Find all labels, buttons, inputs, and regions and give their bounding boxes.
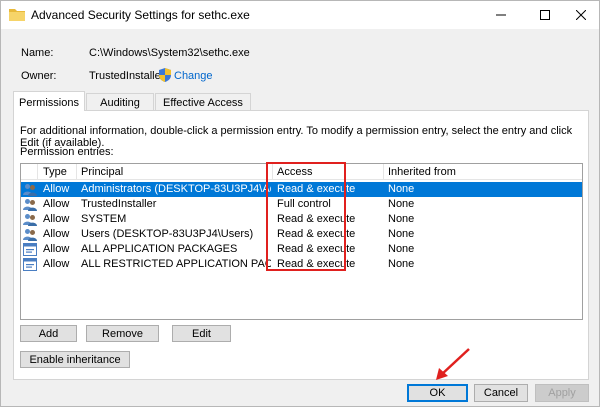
entry-inherited-from: None [388, 198, 415, 210]
user-group-icon [23, 228, 37, 241]
entry-type: Allow [43, 198, 70, 210]
change-owner-link[interactable]: Change [174, 70, 213, 82]
user-group-icon [23, 198, 37, 211]
name-value: C:\Windows\System32\sethc.exe [89, 47, 250, 59]
entry-principal: ALL RESTRICTED APPLICATION PACKAGES [81, 258, 271, 270]
entry-inherited-from: None [388, 243, 415, 255]
tab-effective-access[interactable]: Effective Access [155, 93, 251, 111]
uac-shield-icon [159, 68, 171, 82]
maximize-icon [540, 10, 550, 20]
owner-label: Owner: [21, 70, 57, 82]
entry-type: Allow [43, 213, 70, 225]
app-packages-icon [23, 258, 37, 271]
entry-inherited-from: None [388, 258, 415, 270]
access-column-highlight [266, 162, 346, 271]
owner-value: TrustedInstaller [89, 70, 165, 82]
entry-principal: SYSTEM [81, 213, 127, 225]
column-divider[interactable] [383, 164, 384, 180]
entry-principal: TrustedInstaller [81, 198, 157, 210]
user-group-icon [23, 213, 37, 226]
app-packages-icon [23, 243, 37, 256]
entry-type: Allow [43, 258, 70, 270]
column-header-type[interactable]: Type [43, 166, 67, 178]
entry-principal: Users (DESKTOP-83U3PJ4\Users) [81, 228, 254, 240]
column-header-inherited-from[interactable]: Inherited from [388, 166, 456, 178]
entry-inherited-from: None [388, 183, 415, 195]
add-button[interactable]: Add [20, 325, 77, 342]
entry-inherited-from: None [388, 213, 415, 225]
ok-button[interactable]: OK [407, 384, 468, 402]
entry-type: Allow [43, 183, 70, 195]
entry-principal: Administrators (DESKTOP-83U3PJ4\Adminis.… [81, 183, 271, 195]
close-icon [576, 10, 586, 20]
enable-inheritance-button[interactable]: Enable inheritance [20, 351, 130, 368]
name-label: Name: [21, 47, 54, 59]
apply-button[interactable]: Apply [535, 384, 589, 402]
entry-principal: ALL APPLICATION PACKAGES [81, 243, 238, 255]
entry-type: Allow [43, 228, 70, 240]
user-group-icon [23, 183, 37, 196]
minimize-button[interactable] [479, 1, 523, 29]
cancel-button[interactable]: Cancel [474, 384, 528, 402]
column-header-principal[interactable]: Principal [81, 166, 123, 178]
window-title: Advanced Security Settings for sethc.exe [31, 8, 250, 22]
tab-permissions[interactable]: Permissions [13, 91, 85, 111]
minimize-icon [496, 14, 506, 16]
folder-icon [9, 9, 25, 21]
edit-button[interactable]: Edit [172, 325, 231, 342]
tab-auditing[interactable]: Auditing [86, 93, 154, 111]
entry-inherited-from: None [388, 228, 415, 240]
title-bar[interactable]: Advanced Security Settings for sethc.exe [1, 1, 599, 29]
entry-type: Allow [43, 243, 70, 255]
column-divider[interactable] [76, 164, 77, 180]
red-arrow-annotation [436, 348, 470, 380]
permission-entries-label: Permission entries: [20, 146, 114, 158]
close-button[interactable] [559, 1, 600, 29]
security-settings-window: Advanced Security Settings for sethc.exe… [0, 0, 600, 407]
remove-button[interactable]: Remove [86, 325, 159, 342]
column-divider[interactable] [37, 164, 38, 180]
